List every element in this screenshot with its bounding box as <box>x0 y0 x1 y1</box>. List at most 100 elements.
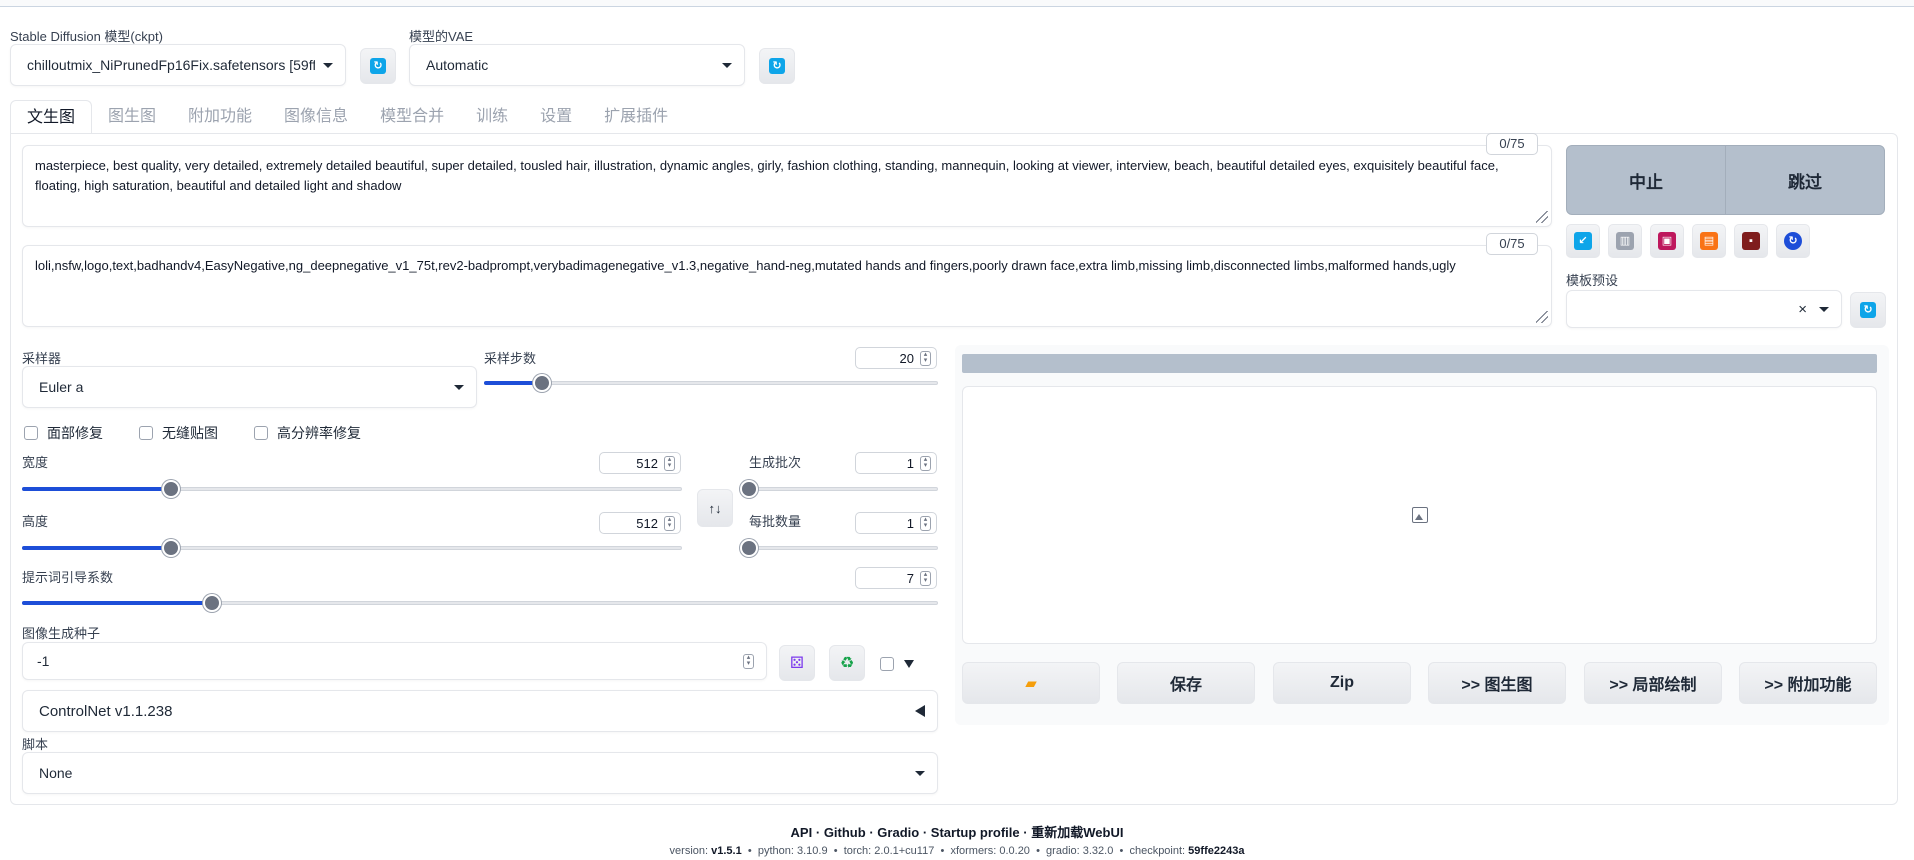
slider-thumb[interactable] <box>162 480 181 498</box>
negative-token-counter: 0/75 <box>1486 233 1538 255</box>
slider-thumb[interactable] <box>202 594 221 612</box>
cycle-icon: ↻ <box>1784 232 1802 250</box>
width-slider[interactable] <box>22 480 682 498</box>
send-to-extras-button[interactable]: >> 附加功能 <box>1739 662 1877 704</box>
height-label: 高度 <box>22 514 49 529</box>
apply-style-button[interactable]: ▤ <box>1692 224 1726 258</box>
swap-dimensions-button[interactable]: ↑↓ <box>697 489 733 527</box>
batch-count-input[interactable]: 1 ▴ ▾ <box>855 452 937 474</box>
vae-select[interactable]: Automatic <box>409 44 745 86</box>
footer-link-gradio[interactable]: Gradio <box>877 825 919 840</box>
clear-icon[interactable]: × <box>1798 301 1807 318</box>
version-info: version: v1.5.1 • python: 3.10.9 • torch… <box>669 845 1245 857</box>
sampler-select[interactable]: Euler a <box>22 366 477 408</box>
width-input[interactable]: 512 ▴ ▾ <box>599 452 681 474</box>
prompt-input[interactable]: masterpiece, best quality, very detailed… <box>22 145 1552 227</box>
spinner-icon[interactable]: ▴ ▾ <box>664 516 675 531</box>
reuse-seed-button[interactable]: ♻ <box>829 645 865 681</box>
vae-value: Automatic <box>426 57 489 73</box>
chevron-down-icon <box>915 770 925 776</box>
browser-edge <box>0 0 1914 7</box>
model-select[interactable]: chilloutmix_NiPrunedFp16Fix.safetensors … <box>10 44 346 86</box>
tab-train[interactable]: 训练 <box>460 100 524 134</box>
batch-count-slider[interactable] <box>740 480 938 498</box>
script-label: 脚本 <box>22 737 49 752</box>
batch-size-slider[interactable] <box>740 539 938 557</box>
tab-img2img[interactable]: 图生图 <box>92 100 172 134</box>
dice-icon: ⚄ <box>790 655 804 672</box>
slider-thumb[interactable] <box>162 539 181 557</box>
steps-label: 采样步数 <box>484 351 537 366</box>
resize-handle[interactable] <box>1536 311 1548 323</box>
clear-prompt-button[interactable]: ▥ <box>1608 224 1642 258</box>
sampler-value: Euler a <box>39 379 84 395</box>
extra-seed-checkbox[interactable] <box>880 657 894 671</box>
spinner-icon[interactable]: ▴ ▾ <box>743 653 754 669</box>
tab-png-info[interactable]: 图像信息 <box>268 100 364 134</box>
seed-input[interactable]: -1 ▴ ▾ <box>22 642 767 680</box>
save-style-button[interactable]: ▪ <box>1734 224 1768 258</box>
footer-link-reload-ui[interactable]: 重新加载WebUI <box>1031 825 1123 840</box>
paste-params-button[interactable]: ↙ <box>1566 224 1600 258</box>
steps-input[interactable]: 20 ▴ ▾ <box>855 347 937 369</box>
chevron-down-icon <box>722 62 732 68</box>
card-icon: ▣ <box>1658 232 1676 250</box>
send-to-img2img-button[interactable]: >> 图生图 <box>1428 662 1566 704</box>
open-folder-button[interactable]: ▰ <box>962 662 1100 704</box>
tab-extensions[interactable]: 扩展插件 <box>588 100 684 134</box>
restore-faces-checkbox[interactable]: 面部修复 <box>24 423 103 443</box>
send-to-inpaint-button[interactable]: >> 局部绘制 <box>1584 662 1722 704</box>
spinner-icon[interactable]: ▴ ▾ <box>920 516 931 531</box>
image-icon <box>1411 507 1428 523</box>
tab-txt2img[interactable]: 文生图 <box>10 100 93 134</box>
slider-thumb[interactable] <box>740 539 758 557</box>
triangle-down-icon[interactable] <box>904 660 914 668</box>
refresh-icon: ↻ <box>370 58 386 74</box>
styles-select[interactable]: × <box>1566 290 1842 328</box>
prompt-text: masterpiece, best quality, very detailed… <box>35 158 1499 193</box>
sampler-label: 采样器 <box>22 351 62 366</box>
interrupt-button[interactable]: 中止 <box>1566 145 1726 215</box>
clipboard-icon: ▤ <box>1700 232 1718 250</box>
controlnet-accordion[interactable]: ControlNet v1.1.238 <box>22 690 938 732</box>
extra-networks-button[interactable]: ▣ <box>1650 224 1684 258</box>
footer-link-startup-profile[interactable]: Startup profile <box>931 825 1020 840</box>
refresh-icon: ↻ <box>769 58 785 74</box>
tab-checkpoint-merger[interactable]: 模型合并 <box>364 100 460 134</box>
output-gallery[interactable] <box>962 386 1877 644</box>
slider-thumb[interactable] <box>740 480 758 498</box>
tiling-checkbox[interactable]: 无缝贴图 <box>139 423 218 443</box>
swap-icon: ↑↓ <box>708 500 722 516</box>
skip-button[interactable]: 跳过 <box>1725 145 1885 215</box>
refresh-vae-button[interactable]: ↻ <box>759 48 795 84</box>
slider-thumb[interactable] <box>532 374 551 392</box>
seed-value: -1 <box>37 653 50 669</box>
save-button[interactable]: 保存 <box>1117 662 1255 704</box>
steps-slider[interactable] <box>484 374 938 392</box>
cfg-input[interactable]: 7 ▴ ▾ <box>855 567 937 589</box>
random-seed-button[interactable]: ⚄ <box>779 645 815 681</box>
chevron-down-icon <box>454 384 464 390</box>
hires-fix-checkbox[interactable]: 高分辨率修复 <box>254 423 361 443</box>
arrow-diagonal-icon: ↙ <box>1574 232 1592 250</box>
spinner-icon[interactable]: ▴ ▾ <box>920 571 931 586</box>
zip-button[interactable]: Zip <box>1273 662 1411 704</box>
spinner-icon[interactable]: ▴ ▾ <box>920 351 931 366</box>
spinner-icon[interactable]: ▴ ▾ <box>664 456 675 471</box>
tab-settings[interactable]: 设置 <box>524 100 588 134</box>
resize-handle[interactable] <box>1536 211 1548 223</box>
cfg-slider[interactable] <box>22 594 938 612</box>
negative-prompt-input[interactable]: loli,nsfw,logo,text,badhandv4,EasyNegati… <box>22 245 1552 327</box>
script-select[interactable]: None <box>22 752 938 794</box>
spinner-icon[interactable]: ▴ ▾ <box>920 456 931 471</box>
negative-prompt-text: loli,nsfw,logo,text,badhandv4,EasyNegati… <box>35 258 1456 273</box>
refresh-models-button[interactable]: ↻ <box>360 48 396 84</box>
refresh-styles-button[interactable]: ↻ <box>1850 292 1886 328</box>
height-slider[interactable] <box>22 539 682 557</box>
footer-link-github[interactable]: Github <box>824 825 866 840</box>
height-input[interactable]: 512 ▴ ▾ <box>599 512 681 534</box>
footer-link-api[interactable]: API <box>791 825 813 840</box>
batch-size-input[interactable]: 1 ▴ ▾ <box>855 512 937 534</box>
restore-progress-button[interactable]: ↻ <box>1776 224 1810 258</box>
tab-extras[interactable]: 附加功能 <box>172 100 268 134</box>
